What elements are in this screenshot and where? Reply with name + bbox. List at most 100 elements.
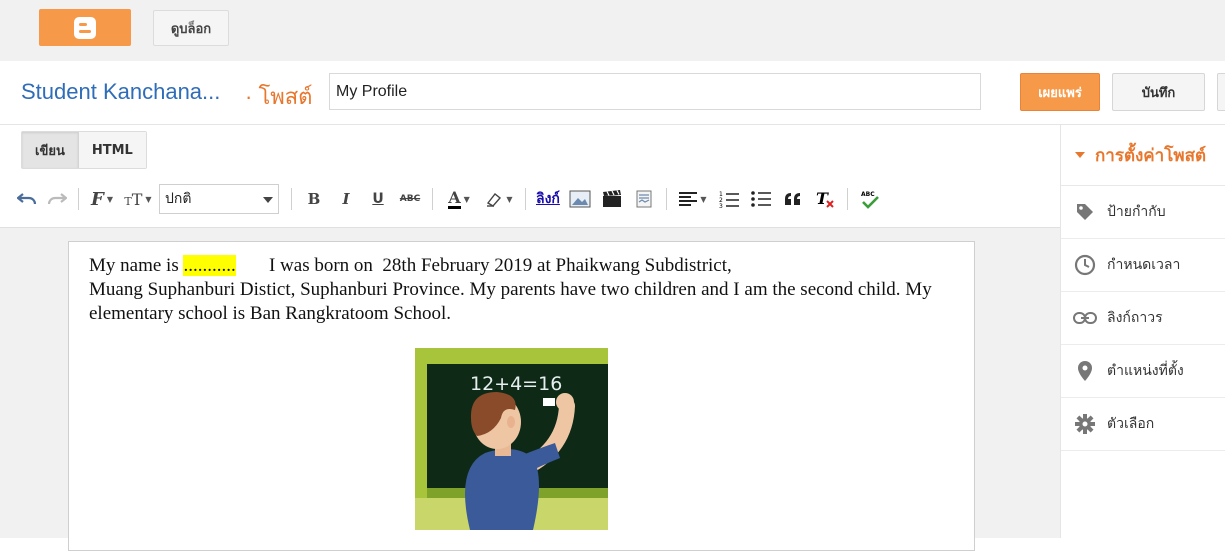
chevron-down-icon: ▼ — [145, 194, 152, 204]
post-settings-sidebar: การตั้งค่าโพสต์ ป้ายกำกับ กำหนดเวลา ลิงก… — [1060, 125, 1225, 538]
blog-name-link[interactable]: Student Kanchana... — [21, 79, 220, 105]
font-size-button[interactable]: TT ▼ — [119, 185, 157, 213]
redo-button[interactable] — [42, 185, 72, 213]
font-icon: F — [91, 188, 104, 210]
formatting-toolbar: F ▼ TT ▼ ปกติ B I U ABC A ▼ ▼ ลิงก์ ▼ 1 … — [12, 183, 886, 215]
sidebar-item-label: ลิงก์ถาวร — [1107, 310, 1163, 326]
view-blog-button[interactable]: ดูบล็อก — [153, 10, 229, 46]
italic-button[interactable]: I — [330, 185, 362, 213]
highlighted-name-placeholder: ........... — [183, 255, 236, 276]
sidebar-item-label: ตัวเลือก — [1107, 416, 1155, 432]
post-header: Student Kanchana... · โพสต์ เผยแพร่ บันท… — [0, 61, 1225, 125]
quote-button[interactable] — [777, 185, 809, 213]
insert-image-button[interactable] — [564, 185, 596, 213]
jump-break-icon — [636, 190, 652, 208]
font-family-button[interactable]: F ▼ — [85, 185, 119, 213]
post-title-input[interactable] — [329, 73, 981, 110]
sidebar-item-label: กำหนดเวลา — [1107, 257, 1181, 273]
redo-icon — [47, 193, 67, 205]
editor-toolbar-area: เขียน HTML F▼ TT▼ ปกติ B I U ABC A▼ ▼ — [0, 125, 1060, 227]
toolbar-separator — [432, 188, 433, 210]
text-size-icon: TT — [124, 189, 143, 209]
toolbar-separator — [665, 188, 667, 210]
numbered-list-icon: 123 — [719, 191, 739, 208]
gear-icon — [1073, 412, 1097, 436]
editor-mode-tabs: เขียน HTML — [21, 131, 147, 169]
paragraph-1: My name is ........... I was born on 28t… — [89, 254, 954, 278]
format-select-value: ปกติ — [165, 191, 192, 207]
sidebar-item-location[interactable]: ตำแหน่งที่ตั้ง — [1061, 345, 1225, 398]
insert-video-button[interactable] — [596, 185, 628, 213]
spell-check-icon: ABC — [861, 191, 879, 209]
sidebar-item-label: ตำแหน่งที่ตั้ง — [1107, 363, 1184, 379]
svg-text:T: T — [816, 190, 829, 208]
bold-icon: B — [307, 190, 321, 208]
toolbar-separator — [291, 188, 292, 210]
chalkboard-equation: 12+4=16 — [470, 373, 562, 395]
blogger-logo-button[interactable] — [39, 9, 131, 46]
paragraph-format-select[interactable]: ปกติ — [159, 184, 279, 214]
remove-formatting-button[interactable]: T — [809, 185, 841, 213]
tab-html[interactable]: HTML — [78, 132, 146, 168]
align-left-icon — [679, 192, 698, 206]
paragraph-2: Muang Suphanburi Distict, Suphanburi Pro… — [89, 279, 932, 324]
insert-link-button[interactable]: ลิงก์ — [532, 185, 564, 213]
undo-icon — [17, 193, 37, 205]
bold-button[interactable]: B — [298, 185, 330, 213]
clear-format-icon: T — [816, 190, 834, 208]
chevron-down-icon: ▼ — [106, 194, 113, 204]
chalkboard-image[interactable]: 12+4=16 — [415, 348, 608, 530]
text-segment: My name is — [89, 255, 184, 276]
underline-icon: U — [372, 191, 384, 207]
toolbar-separator — [846, 188, 848, 210]
boy-at-chalkboard-illustration: 12+4=16 — [415, 348, 608, 530]
svg-text:ABC: ABC — [861, 191, 875, 198]
toolbar-separator — [78, 188, 79, 210]
text-segment: I was born on 28th February 2019 at Phai… — [235, 255, 732, 276]
highlighter-icon — [487, 193, 502, 207]
toolbar-separator — [525, 188, 526, 210]
image-icon — [569, 190, 591, 208]
tag-icon — [1073, 200, 1097, 224]
svg-text:3: 3 — [719, 203, 723, 208]
post-settings-label: การตั้งค่าโพสต์ — [1095, 145, 1206, 166]
sidebar-item-permalink[interactable]: ลิงก์ถาวร — [1061, 292, 1225, 345]
clock-icon — [1073, 253, 1097, 277]
highlight-color-button[interactable]: ▼ — [479, 185, 519, 213]
alignment-button[interactable]: ▼ — [673, 185, 713, 213]
chevron-down-icon: ▼ — [463, 194, 470, 204]
text-color-icon: A — [448, 187, 461, 209]
chevron-down-icon: ▼ — [700, 194, 707, 204]
chevron-down-icon: ▼ — [506, 194, 513, 204]
sidebar-item-labels[interactable]: ป้ายกำกับ — [1061, 186, 1225, 239]
more-button[interactable] — [1217, 73, 1225, 111]
save-button[interactable]: บันทึก — [1112, 73, 1205, 111]
chevron-down-icon — [263, 197, 273, 203]
strikethrough-icon: ABC — [399, 194, 421, 204]
insert-jump-break-button[interactable] — [628, 185, 660, 213]
sidebar-item-label: ป้ายกำกับ — [1107, 204, 1166, 220]
spell-check-button[interactable]: ABC — [854, 185, 886, 213]
sidebar-item-schedule[interactable]: กำหนดเวลา — [1061, 239, 1225, 292]
text-color-button[interactable]: A ▼ — [439, 185, 479, 213]
post-body-editor[interactable]: My name is ........... I was born on 28t… — [68, 241, 975, 551]
underline-button[interactable]: U — [362, 185, 394, 213]
top-bar: ดูบล็อก — [0, 0, 1225, 61]
post-breadcrumb: · โพสต์ — [245, 84, 313, 109]
blogger-icon — [74, 16, 96, 39]
link-icon — [1073, 306, 1097, 330]
publish-button[interactable]: เผยแพร่ — [1020, 73, 1100, 111]
location-pin-icon — [1073, 359, 1097, 383]
bulleted-list-icon — [751, 191, 771, 207]
undo-button[interactable] — [12, 185, 42, 213]
numbered-list-button[interactable]: 123 — [713, 185, 745, 213]
italic-icon: I — [342, 190, 350, 208]
video-clapper-icon — [602, 190, 621, 207]
bulleted-list-button[interactable] — [745, 185, 777, 213]
strikethrough-button[interactable]: ABC — [394, 185, 426, 213]
post-settings-heading[interactable]: การตั้งค่าโพสต์ — [1061, 125, 1225, 186]
tab-compose[interactable]: เขียน — [22, 132, 79, 168]
sidebar-item-options[interactable]: ตัวเลือก — [1061, 398, 1225, 451]
chevron-down-icon — [1075, 152, 1085, 158]
quote-icon — [784, 193, 800, 205]
